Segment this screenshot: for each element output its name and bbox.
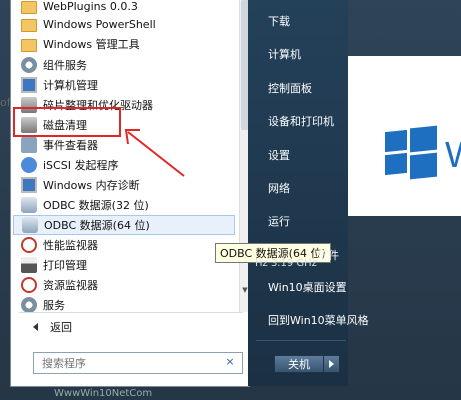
- program-label: iSCSI 发起程序: [43, 159, 119, 172]
- cpu-frequency-text: Hz 3.19 GHz: [255, 258, 317, 269]
- program-item-4[interactable]: 计算机管理: [13, 75, 235, 95]
- program-label: 事件查看器: [43, 139, 98, 152]
- watermark: WwwWin10NetCom: [54, 388, 153, 399]
- back-label: 返回: [50, 321, 72, 334]
- windows-logo-icon: [385, 125, 437, 180]
- right-menu-item-5[interactable]: 网络: [268, 180, 290, 196]
- db-icon: [21, 197, 37, 213]
- print-icon: [21, 257, 37, 273]
- monitor-icon: [21, 177, 37, 193]
- right-menu-item-6[interactable]: 运行: [268, 213, 290, 229]
- start-menu-left-pane: WebPlugins 0.0.3 Windows PowerShell Window…: [10, 0, 250, 387]
- program-label: 打印管理: [43, 259, 87, 272]
- monitor-icon: [21, 77, 37, 93]
- program-label: ODBC 数据源(32 位): [43, 199, 149, 212]
- program-item-1[interactable]: Windows PowerShell: [13, 14, 235, 34]
- back-button[interactable]: 返回: [19, 318, 219, 336]
- program-label: ODBC 数据源(64 位): [44, 219, 150, 232]
- right-menu-item-8[interactable]: 回到Win10菜单风格: [268, 312, 369, 328]
- tool-icon: [21, 137, 37, 153]
- program-label: 服务: [43, 299, 65, 312]
- iscsi-icon: [21, 157, 37, 173]
- program-label: Windows PowerShell: [43, 17, 156, 31]
- program-label: 性能监视器: [43, 239, 98, 252]
- program-label: 资源监视器: [43, 279, 98, 292]
- program-label: WebPlugins 0.0.3: [43, 0, 138, 13]
- back-arrow-icon: [33, 323, 38, 331]
- annotation-highlight-box: [13, 107, 121, 137]
- program-item-11[interactable]: ODBC 数据源(64 位): [13, 215, 235, 235]
- right-menu-item-3[interactable]: 设备和打印机: [268, 113, 334, 129]
- right-menu-item-7[interactable]: Win10桌面设置: [268, 279, 347, 295]
- start-menu-right-pane: 下载计算机控制面板设备和打印机 设置网络运行 Win10桌面设置回到Win10菜单风…: [248, 0, 369, 386]
- red-icon: [21, 237, 37, 253]
- shutdown-control: 关机: [274, 355, 340, 373]
- folder-icon: [21, 0, 37, 14]
- right-separator: [256, 340, 346, 341]
- right-menu-item-0[interactable]: 下载: [268, 13, 290, 29]
- right-menu-item-1[interactable]: 计算机: [268, 46, 301, 62]
- folder-icon: [21, 38, 37, 52]
- shutdown-button[interactable]: 关机: [274, 355, 324, 373]
- program-item-15[interactable]: 服务: [13, 295, 235, 312]
- program-item-12[interactable]: 性能监视器: [13, 235, 235, 255]
- annotation-arrow-icon: [124, 129, 185, 177]
- search-box[interactable]: ×: [33, 352, 243, 374]
- gear-icon: [21, 57, 37, 73]
- folder-icon: [21, 18, 37, 32]
- program-item-10[interactable]: ODBC 数据源(32 位): [13, 195, 235, 215]
- shutdown-options-arrow-icon[interactable]: [324, 355, 340, 373]
- right-menu-item-2[interactable]: 控制面板: [268, 80, 312, 96]
- program-label: 计算机管理: [43, 79, 98, 92]
- program-item-3[interactable]: 组件服务: [13, 55, 235, 75]
- program-label: 组件服务: [43, 59, 87, 72]
- separator: [19, 312, 243, 313]
- windows-logo-text: W: [445, 134, 461, 176]
- red-icon: [21, 277, 37, 293]
- program-item-14[interactable]: 资源监视器: [13, 275, 235, 295]
- db-icon: [22, 217, 38, 233]
- program-item-13[interactable]: 打印管理: [13, 255, 235, 275]
- right-menu-item-4[interactable]: 设置: [268, 147, 290, 163]
- program-label: Windows 管理工具: [43, 38, 140, 51]
- gear-icon: [21, 297, 37, 312]
- search-input[interactable]: [40, 355, 224, 371]
- program-item-2[interactable]: Windows 管理工具: [13, 34, 235, 54]
- background-label-suffix: 软件: [317, 249, 339, 262]
- clear-search-icon[interactable]: ×: [223, 355, 237, 369]
